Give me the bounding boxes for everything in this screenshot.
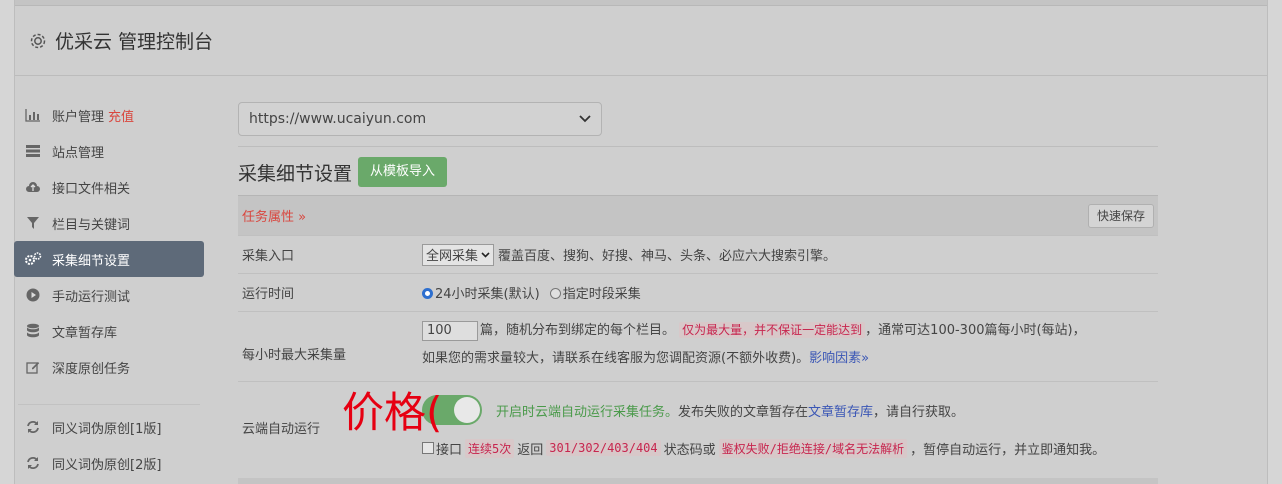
recharge-link[interactable]: 充值	[108, 106, 134, 125]
sidebar-item-columns[interactable]: 栏目与关键词	[14, 205, 204, 241]
sidebar-item-label: 站点管理	[52, 145, 105, 161]
quick-save-button[interactable]: 快速保存	[1087, 203, 1154, 228]
max-per-hour-input[interactable]: 100	[422, 320, 478, 341]
sidebar-item-label: 手动运行测试	[52, 289, 131, 305]
row-value: 100 篇，随机分布到绑定的每个栏目。 仅为最大量，并不保证一定能达到 ，通常可达1…	[422, 312, 1158, 381]
chevron-down-icon	[579, 111, 591, 127]
radio-indicator	[549, 288, 561, 299]
sidebar-item-label: 接口文件相关	[52, 181, 131, 197]
cloud-text: 发布失败的文章暂存在	[678, 404, 809, 420]
radio-label: 指定时段采集	[562, 287, 641, 302]
sidebar-item-collect-settings[interactable]: 采集细节设置	[14, 241, 204, 277]
radio-label: 24小时采集(默认)	[435, 287, 540, 302]
sidebar-item-deep-original[interactable]: 深度原创任务	[14, 349, 204, 385]
auth-fail-code: 鉴权失败/拒绝连接/域名无法解析	[718, 438, 908, 458]
sidebar-item-label: 采集细节设置	[52, 253, 131, 269]
cloud-on-text: 开启时云端自动运行采集任务。	[496, 404, 679, 420]
sidebar-divider	[18, 385, 200, 405]
fail-count-code: 连续5次	[465, 438, 515, 458]
refresh-icon	[24, 455, 42, 471]
bar-chart-icon	[24, 107, 42, 123]
row-value: 全网采集 覆盖百度、搜狗、好搜、神马、头条、必应六大搜索引擎。	[422, 236, 1158, 273]
entry-desc: 覆盖百度、搜狗、好搜、神马、头条、必应六大搜索引擎。	[498, 249, 837, 264]
import-template-button[interactable]: 从模板导入	[358, 157, 448, 187]
sidebar-item-account[interactable]: 账户管理 充值	[14, 97, 204, 133]
chevron-down-icon	[481, 247, 490, 262]
radio-indicator	[422, 288, 433, 299]
max-warning: 仅为最大量，并不保证一定能达到	[679, 322, 866, 338]
cloud-upload-icon	[24, 179, 42, 195]
cloud-text: ，请自行获取。	[873, 404, 965, 420]
sidebar-item-interface[interactable]: 接口文件相关	[14, 169, 204, 205]
entry-select-value: 全网采集	[426, 249, 479, 264]
site-select[interactable]: https://www.ucaiyun.com	[238, 102, 602, 136]
radio-schedule[interactable]: 指定时段采集	[549, 283, 641, 302]
sidebar: 账户管理 充值 站点管理 接口文件相关 栏目与关键词 采集细节设置 手动运行测试…	[14, 97, 204, 481]
sidebar-item-label: 账户管理	[52, 109, 105, 125]
database-icon	[24, 323, 42, 339]
edit-icon	[24, 359, 42, 375]
section-title: 采集细节设置	[238, 162, 353, 185]
server-icon	[24, 143, 42, 159]
price-overlay-text: 价格(	[342, 388, 443, 437]
cloud-text: 状态码或	[663, 442, 716, 458]
cloud-text: 返回	[517, 442, 544, 458]
sidebar-item-label: 同义词伪原创[1版]	[52, 421, 162, 437]
row-label: 每小时最大采集量	[242, 348, 347, 363]
row-max: 每小时最大采集量 100 篇，随机分布到绑定的每个栏目。 仅为最大量，并不保证一定…	[238, 311, 1158, 381]
factors-link[interactable]: 影响因素»	[809, 351, 869, 366]
sidebar-item-synonym-v2[interactable]: 同义词伪原创[2版]	[14, 445, 204, 481]
sidebar-item-label: 栏目与关键词	[52, 217, 131, 233]
entry-select[interactable]: 全网采集	[422, 243, 495, 266]
section-header: 采集细节设置 从模板导入	[238, 149, 1158, 195]
row-entry: 采集入口 全网采集 覆盖百度、搜狗、好搜、神马、头条、必应六大搜索引擎。	[238, 235, 1158, 273]
sidebar-item-manual-run[interactable]: 手动运行测试	[14, 277, 204, 313]
status-code-list: 301/302/403/404	[546, 440, 661, 456]
checkbox-label: 接口	[436, 442, 463, 458]
radio-24h[interactable]: 24小时采集(默认)	[422, 283, 540, 302]
sidebar-item-sites[interactable]: 站点管理	[14, 133, 204, 169]
max-text: 篇，随机分布到绑定的每个栏目。	[480, 323, 676, 338]
cogs-icon	[24, 251, 42, 267]
cloud-text: ，暂停自动运行，并立即通知我。	[910, 442, 1106, 458]
task-properties-toggle[interactable]: 任务属性 »	[242, 206, 306, 225]
refresh-icon	[24, 419, 42, 435]
row-label: 运行时间	[242, 287, 295, 302]
article-store-link[interactable]: 文章暂存库	[808, 401, 873, 420]
row-label: 采集入口	[242, 249, 295, 264]
sidebar-item-synonym-v1[interactable]: 同义词伪原创[1版]	[14, 409, 204, 445]
sidebar-item-label: 深度原创任务	[52, 361, 131, 377]
filter-icon	[24, 215, 42, 231]
site-select-value: https://www.ucaiyun.com	[249, 111, 427, 127]
max-text: 如果您的需求量较大，请联系在线客服为您调配资源(不额外收费)。	[422, 351, 810, 366]
bottom-strip	[238, 478, 1158, 484]
interface-checkbox[interactable]	[422, 442, 434, 454]
play-icon	[24, 287, 42, 303]
row-value: 24小时采集(默认) 指定时段采集	[422, 274, 1158, 311]
page-title: 优采云 管理控制台	[55, 31, 214, 53]
sidebar-item-article-store[interactable]: 文章暂存库	[14, 313, 204, 349]
gear-icon	[29, 32, 47, 50]
task-properties-bar: 任务属性 » 快速保存	[238, 195, 1158, 235]
divider	[238, 146, 1158, 147]
row-value: 开启时云端自动运行采集任务。 发布失败的文章暂存在 文章暂存库 ，请自行获取。 接口 …	[422, 382, 1158, 469]
row-time: 运行时间 24小时采集(默认) 指定时段采集	[238, 273, 1158, 311]
sidebar-item-label: 文章暂存库	[52, 325, 118, 341]
page-header: 优采云 管理控制台	[15, 6, 1267, 76]
max-text: ，通常可达100-300篇每小时(每站)，	[865, 323, 1086, 338]
sidebar-item-label: 同义词伪原创[2版]	[52, 457, 162, 473]
toggle-knob	[454, 397, 480, 423]
